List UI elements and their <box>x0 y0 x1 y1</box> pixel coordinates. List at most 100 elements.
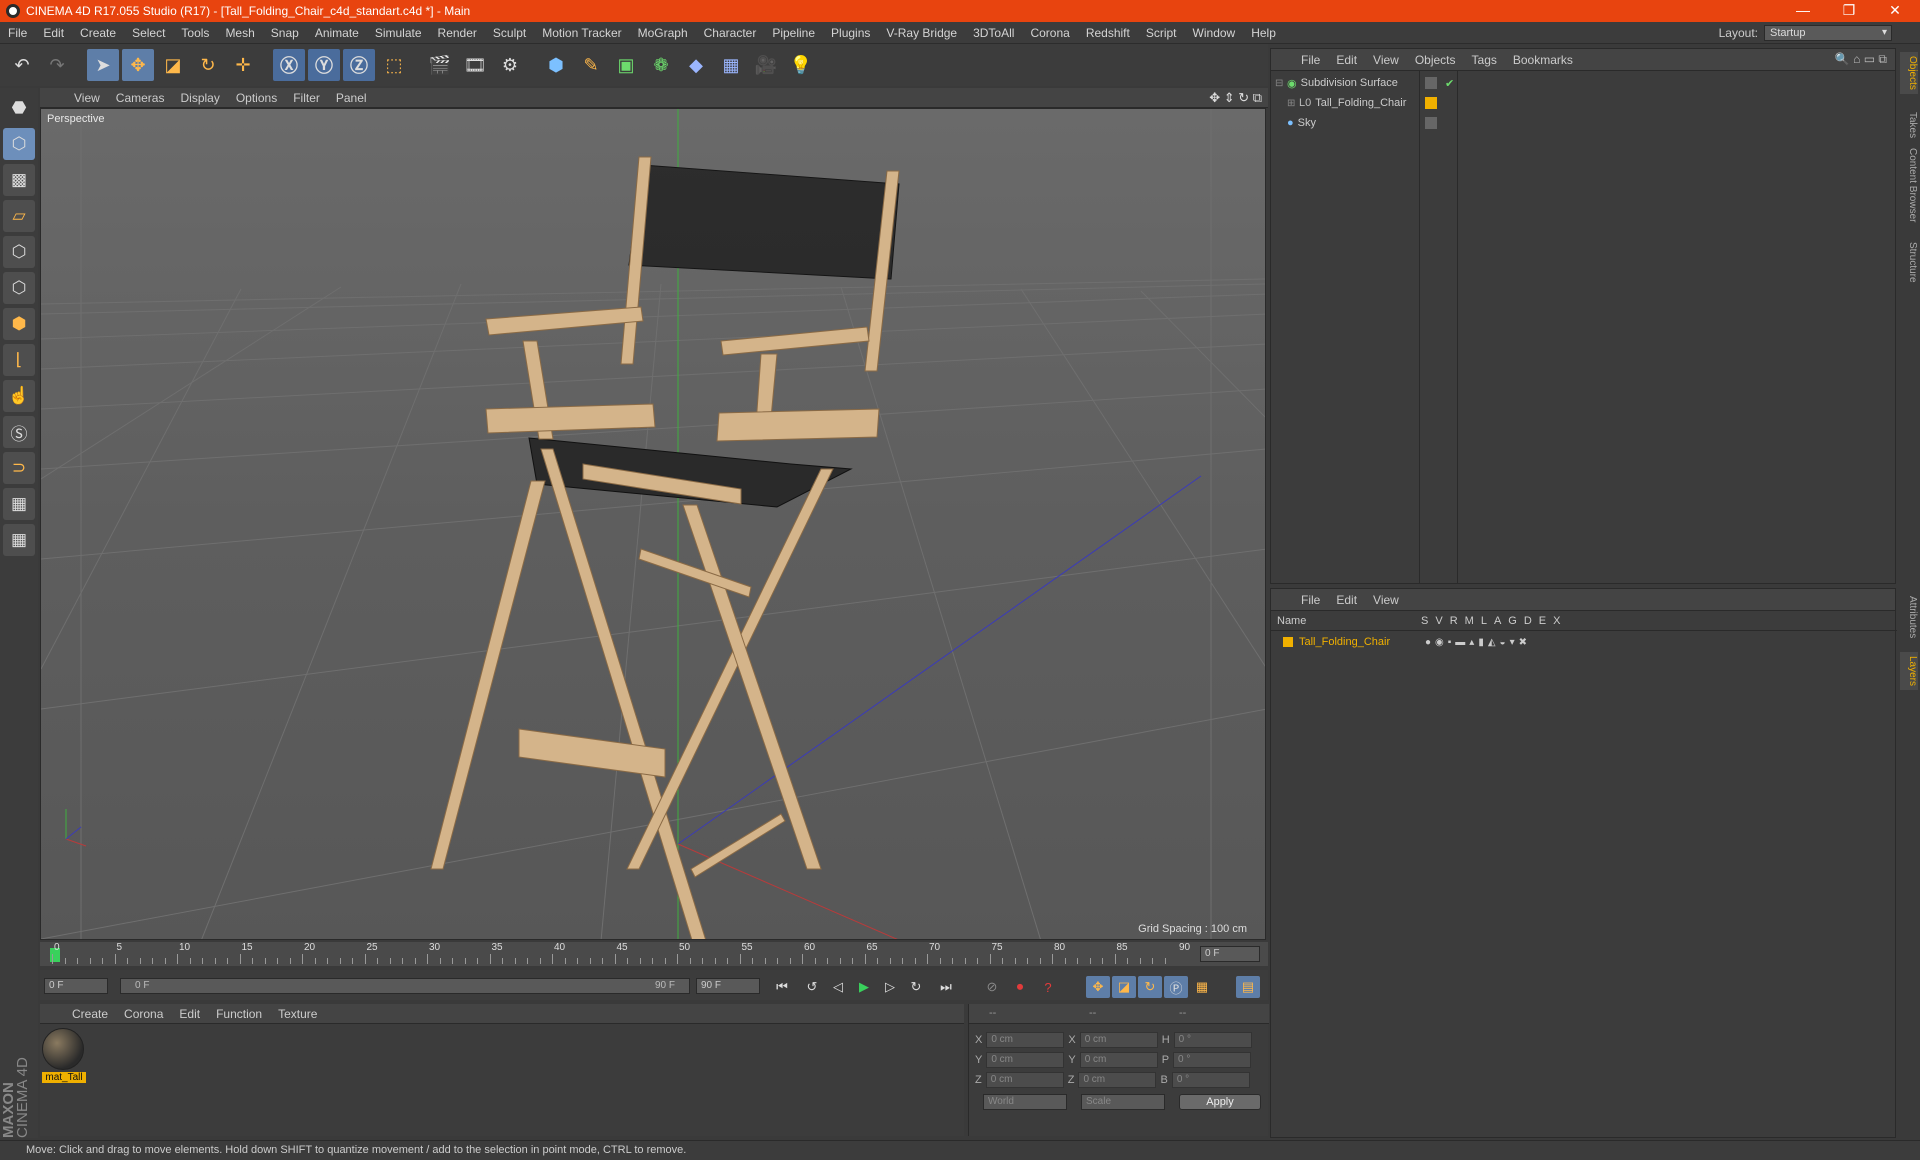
menu-render[interactable]: Render <box>430 26 485 40</box>
menu-3dtoall[interactable]: 3DToAll <box>965 26 1022 40</box>
menu-help[interactable]: Help <box>1243 26 1284 40</box>
scale-dropdown[interactable]: Scale <box>1081 1094 1165 1110</box>
tab-structure[interactable]: Structure <box>1900 238 1918 287</box>
make-editable-icon[interactable]: ⬣ <box>3 92 35 124</box>
object-row-subdivision-surface[interactable]: ⊟ ◉ Subdivision Surface ✔ <box>1275 74 1454 92</box>
edges-mode-icon[interactable]: ⬡ <box>3 272 35 304</box>
start-frame-field[interactable]: 0 F <box>44 978 108 994</box>
go-to-end-icon[interactable]: ⏭ <box>934 976 958 998</box>
select-arrow-icon[interactable]: ➤ <box>87 49 119 81</box>
frame-range-slider[interactable]: 0 F 90 F <box>120 978 690 994</box>
z-axis-lock-icon[interactable]: Ⓩ <box>343 49 375 81</box>
key-rotation-icon[interactable]: ↻ <box>1138 976 1162 998</box>
viewport-menu-options[interactable]: Options <box>228 91 285 105</box>
key-scale-icon[interactable]: ◪ <box>1112 976 1136 998</box>
viewport-nav-icons[interactable]: ✥ ⇕ ↻ ⧉ <box>1209 90 1262 106</box>
cloner-icon[interactable]: ❁ <box>645 49 677 81</box>
menu-vray-bridge[interactable]: V-Ray Bridge <box>878 26 965 40</box>
enabled-check-icon[interactable]: ✔ <box>1445 77 1454 90</box>
object-row-tall-folding-chair[interactable]: ⊞ L0 Tall_Folding_Chair <box>1287 94 1437 112</box>
snap-icon[interactable]: Ⓢ <box>3 416 35 448</box>
tweak-mode-icon[interactable]: ☝ <box>3 380 35 412</box>
material-swatch[interactable]: mat_Tall <box>42 1028 86 1088</box>
rotation-b-field[interactable]: 0 ° <box>1171 1072 1250 1088</box>
close-button[interactable]: ✕ <box>1872 0 1918 22</box>
rotation-p-field[interactable]: 0 ° <box>1173 1052 1252 1068</box>
go-to-start-icon[interactable]: ⏮ <box>770 976 794 998</box>
texture-mode-icon[interactable]: ▩ <box>3 164 35 196</box>
render-settings-icon[interactable]: ⚙ <box>494 49 526 81</box>
timeline-window-icon[interactable]: ▤ <box>1236 976 1260 998</box>
move-tool-icon[interactable]: ✥ <box>122 49 154 81</box>
apply-button[interactable]: Apply <box>1179 1094 1261 1110</box>
tab-layers[interactable]: Layers <box>1900 652 1918 691</box>
tab-objects[interactable]: Objects <box>1900 52 1918 94</box>
restore-button[interactable]: ❐ <box>1826 0 1872 22</box>
menu-character[interactable]: Character <box>696 26 765 40</box>
visibility-toggle-icon[interactable] <box>1425 117 1437 129</box>
next-frame-icon[interactable]: ▷ <box>878 976 902 998</box>
layer-menu-edit[interactable]: Edit <box>1328 593 1365 607</box>
menu-sculpt[interactable]: Sculpt <box>485 26 534 40</box>
object-manager-tools-icon[interactable]: 🔍 ⌂ ▭ ⧉ <box>1835 52 1887 67</box>
object-menu-objects[interactable]: Objects <box>1407 53 1464 67</box>
spline-pen-icon[interactable]: ✎ <box>575 49 607 81</box>
record-icon[interactable]: ⏺ <box>1008 976 1032 998</box>
viewport-menu-cameras[interactable]: Cameras <box>108 91 173 105</box>
tab-content-browser[interactable]: Content Browser <box>1900 144 1918 226</box>
position-z-field[interactable]: 0 cm <box>985 1072 1064 1088</box>
menu-select[interactable]: Select <box>124 26 173 40</box>
layer-toggles-icon[interactable]: ●◉▪▬▴▮◭◒▾✖ <box>1425 637 1531 648</box>
magnet-icon[interactable]: ⊃ <box>3 452 35 484</box>
model-mode-icon[interactable]: ⬡ <box>3 128 35 160</box>
render-picture-viewer-icon[interactable]: 🎞 <box>459 49 491 81</box>
deformer-icon[interactable]: ◆ <box>680 49 712 81</box>
object-menu-view[interactable]: View <box>1365 53 1407 67</box>
next-key-icon[interactable]: ↻ <box>904 976 928 998</box>
position-y-field[interactable]: 0 cm <box>986 1052 1065 1068</box>
previous-key-icon[interactable]: ↺ <box>800 976 824 998</box>
end-frame-field[interactable]: 90 F <box>696 978 760 994</box>
menu-tools[interactable]: Tools <box>173 26 217 40</box>
menu-create[interactable]: Create <box>72 26 124 40</box>
key-pla-icon[interactable]: ▦ <box>1190 976 1214 998</box>
layer-menu-view[interactable]: View <box>1365 593 1407 607</box>
layer-row-tall-folding-chair[interactable]: Tall_Folding_Chair ●◉▪▬▴▮◭◒▾✖ <box>1283 633 1527 651</box>
viewport-menu-panel[interactable]: Panel <box>328 91 375 105</box>
material-menu-texture[interactable]: Texture <box>270 1007 325 1021</box>
size-z-field[interactable]: 0 cm <box>1078 1072 1157 1088</box>
coordinate-system-icon[interactable]: ⬚ <box>378 49 410 81</box>
menu-redshift[interactable]: Redshift <box>1078 26 1138 40</box>
menu-mesh[interactable]: Mesh <box>217 26 262 40</box>
visibility-toggle-icon[interactable] <box>1425 77 1437 89</box>
expand-icon[interactable]: ⊞ <box>1287 98 1299 109</box>
menu-simulate[interactable]: Simulate <box>367 26 430 40</box>
camera-icon[interactable]: 🎥 <box>750 49 782 81</box>
undo-icon[interactable]: ↶ <box>6 49 38 81</box>
rotate-tool-icon[interactable]: ↻ <box>192 49 224 81</box>
material-menu-create[interactable]: Create <box>64 1007 116 1021</box>
x-axis-lock-icon[interactable]: Ⓧ <box>273 49 305 81</box>
menu-mograph[interactable]: MoGraph <box>630 26 696 40</box>
scale-tool-icon[interactable]: ◪ <box>157 49 189 81</box>
cube-primitive-icon[interactable]: ⬢ <box>540 49 572 81</box>
menu-file[interactable]: File <box>0 26 35 40</box>
menu-corona[interactable]: Corona <box>1022 26 1077 40</box>
rotation-h-field[interactable]: 0 ° <box>1173 1032 1252 1048</box>
object-menu-file[interactable]: File <box>1293 53 1328 67</box>
menu-snap[interactable]: Snap <box>263 26 307 40</box>
axis-mode-icon[interactable]: ⌊ <box>3 344 35 376</box>
render-view-icon[interactable]: 🎬 <box>424 49 456 81</box>
menu-script[interactable]: Script <box>1138 26 1185 40</box>
tab-takes[interactable]: Takes <box>1900 108 1918 142</box>
live-selection-icon[interactable]: ✛ <box>227 49 259 81</box>
autokey-icon[interactable]: ? <box>1036 976 1060 998</box>
material-menu-edit[interactable]: Edit <box>171 1007 208 1021</box>
keyframe-icon[interactable]: ⊘ <box>980 976 1004 998</box>
material-menu-function[interactable]: Function <box>208 1007 270 1021</box>
size-y-field[interactable]: 0 cm <box>1079 1052 1158 1068</box>
timeline-ruler[interactable]: 0 5 10 15 20 25 30 35 40 45 50 55 60 65 70 75 80 85 90 0 F <box>40 942 1268 966</box>
material-menu-corona[interactable]: Corona <box>116 1007 171 1021</box>
y-axis-lock-icon[interactable]: Ⓨ <box>308 49 340 81</box>
object-menu-bookmarks[interactable]: Bookmarks <box>1505 53 1581 67</box>
